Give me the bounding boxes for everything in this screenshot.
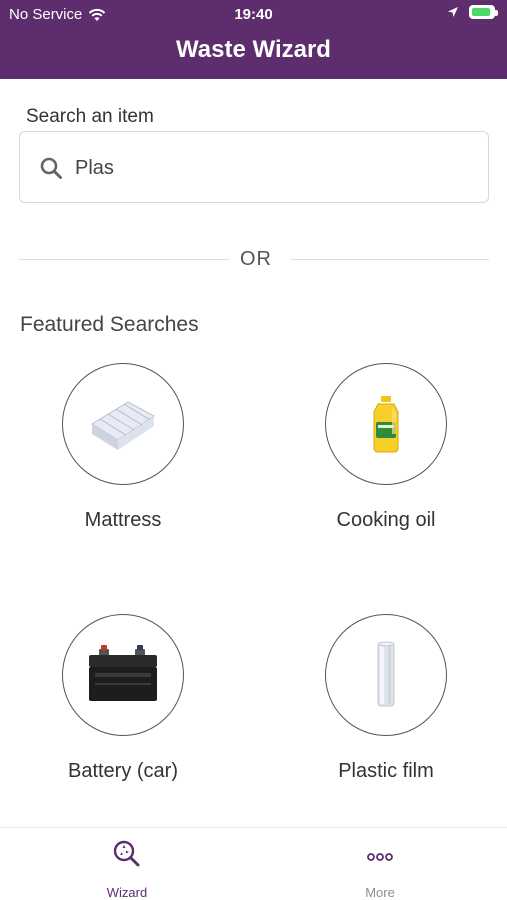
- search-icon: [40, 157, 62, 179]
- car-battery-icon: [89, 645, 157, 701]
- battery-icon: [469, 5, 498, 19]
- more-icon: [367, 853, 393, 861]
- featured-item-label: Plastic film: [338, 760, 434, 782]
- featured-item-cooking-oil[interactable]: Cooking oil: [286, 363, 486, 532]
- featured-item-mattress[interactable]: Mattress: [23, 363, 223, 532]
- or-text: OR: [240, 248, 272, 270]
- status-bar: No Service 19:40: [0, 0, 507, 28]
- tab-more[interactable]: More: [320, 828, 440, 900]
- or-divider: OR: [19, 246, 489, 274]
- featured-item-label: Battery (car): [67, 760, 179, 782]
- featured-item-label: Cooking oil: [336, 509, 436, 531]
- tab-label: Wizard: [106, 885, 148, 900]
- plastic-film-icon: [377, 641, 395, 707]
- featured-item-label: Mattress: [84, 509, 162, 531]
- featured-item-battery-car[interactable]: Battery (car): [23, 614, 223, 783]
- search-label: Search an item: [26, 106, 154, 127]
- mattress-icon: [91, 401, 155, 450]
- divider-line: [19, 259, 229, 260]
- featured-image: [62, 614, 184, 736]
- cooking-oil-icon: [373, 396, 399, 453]
- featured-item-plastic-film[interactable]: Plastic film: [286, 614, 486, 783]
- battery-level: [472, 8, 490, 16]
- featured-image: [325, 614, 447, 736]
- location-arrow-icon: [448, 7, 458, 17]
- featured-image: [325, 363, 447, 485]
- search-input[interactable]: Plas: [19, 131, 489, 203]
- tab-label: More: [365, 885, 395, 900]
- divider-line: [291, 259, 489, 260]
- tab-wizard[interactable]: Wizard: [67, 828, 187, 900]
- app-header: No Service 19:40 Waste Wizard: [0, 0, 507, 79]
- featured-image: [62, 363, 184, 485]
- page-title: Waste Wizard: [176, 36, 331, 63]
- status-right: [447, 5, 498, 19]
- featured-title: Featured Searches: [20, 313, 199, 336]
- wizard-search-icon: [113, 840, 140, 867]
- status-time: 19:40: [234, 6, 273, 23]
- search-value[interactable]: Plas: [75, 157, 114, 180]
- tab-bar: Wizard More: [0, 827, 507, 900]
